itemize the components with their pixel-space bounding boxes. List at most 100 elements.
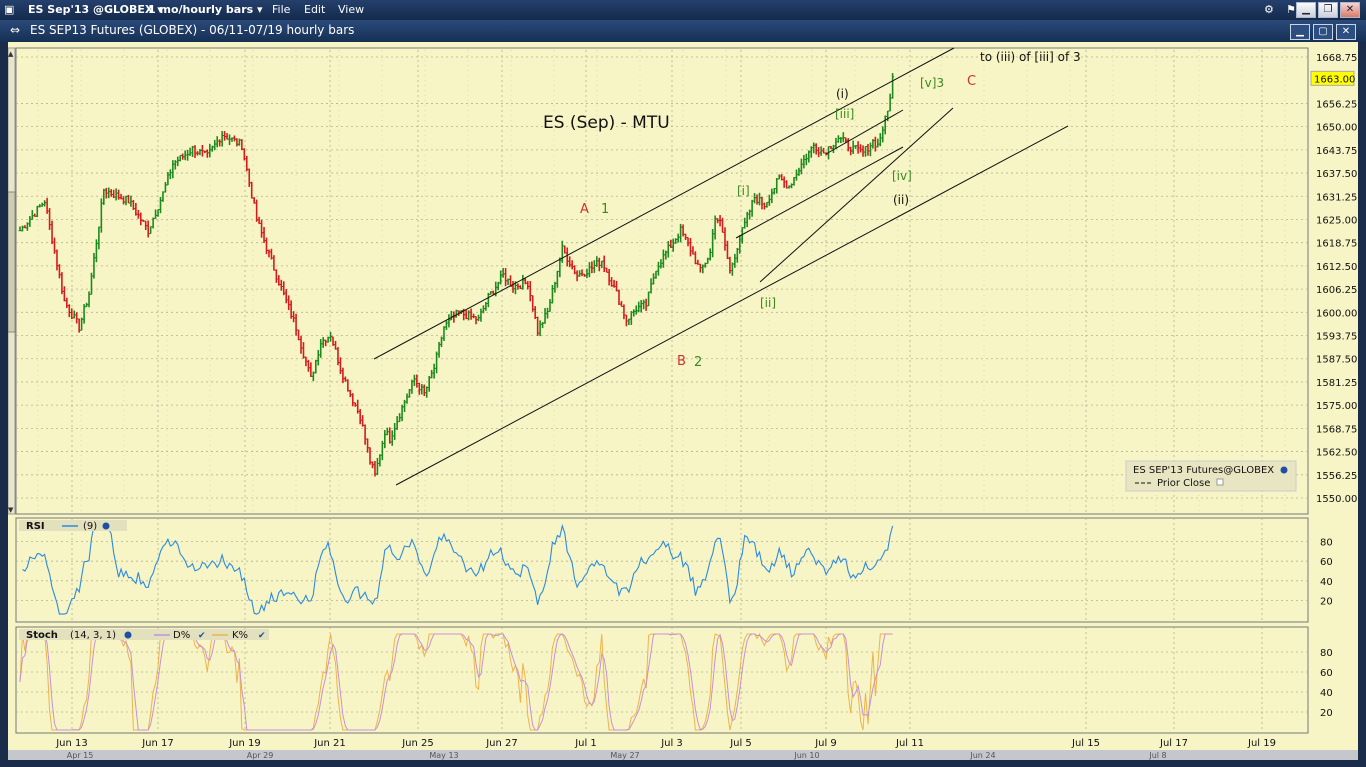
window-minimize-button[interactable]: ▁ <box>1290 24 1310 40</box>
secondary-tick-label: Jun 24 <box>969 751 995 760</box>
stoch-tick-label: 40 <box>1320 688 1333 699</box>
stoch-params: (14, 3, 1) <box>70 630 116 641</box>
secondary-tick-label: May 13 <box>429 751 458 760</box>
price-tick-label: 1581.25 <box>1316 378 1357 389</box>
x-tick-label: Jun 17 <box>141 738 174 749</box>
wave-target-note: to (iii) of [iii] of 3 <box>980 50 1081 64</box>
chart-window-titlebar[interactable]: ⇔ ES SEP13 Futures (GLOBEX) - 06/11-07/1… <box>0 20 1366 42</box>
wave-label-iii-sub: [iii] <box>835 107 854 121</box>
stoch-k-label: K% <box>232 630 248 641</box>
stoch-d-check-icon[interactable]: ✔ <box>198 631 206 641</box>
x-tick-label: Jul 3 <box>660 738 683 749</box>
rsi-tick-label: 20 <box>1320 596 1333 607</box>
x-tick-label: Jun 27 <box>485 738 518 749</box>
app-icon[interactable]: ▣ <box>4 3 14 16</box>
scroll-up-icon: ▲ <box>8 50 14 58</box>
x-tick-label: Jul 15 <box>1071 738 1100 749</box>
price-tick-label: 1650.00 <box>1316 123 1357 134</box>
price-tick-label: 1568.75 <box>1316 424 1357 435</box>
wave-label-ii-minute: (ii) <box>893 193 909 207</box>
last-price-label: 1663.00 <box>1314 74 1355 85</box>
rsi-tick-label: 40 <box>1320 577 1333 588</box>
menu-file[interactable]: File <box>272 3 290 16</box>
price-tick-label: 1631.25 <box>1316 192 1357 203</box>
menu-bar: ▣ ES Sep'13 @GLOBEX ▾ 1 mo/hourly bars ▾… <box>0 0 1366 20</box>
stoch-settings-icon[interactable] <box>124 631 132 639</box>
stoch-k-check-icon[interactable]: ✔ <box>258 631 266 641</box>
wave-label-b: B <box>677 354 686 369</box>
interval-selector[interactable]: 1 mo/hourly bars ▾ <box>148 3 263 16</box>
price-tick-label: 1625.00 <box>1316 215 1357 226</box>
app-restore-button[interactable]: ❐ <box>1318 2 1338 18</box>
app-minimize-button[interactable]: ▁ <box>1296 2 1316 18</box>
toolbar-tools-icon[interactable]: ⚙ <box>1264 3 1274 16</box>
stoch-pane-frame <box>15 626 1309 734</box>
rsi-tick-label: 60 <box>1320 557 1333 568</box>
toolbar-flag-icon[interactable]: ⚑ <box>1286 3 1296 16</box>
symbol-selector[interactable]: ES Sep'13 @GLOBEX ▾ <box>28 3 163 16</box>
legend-prior-close: Prior Close <box>1157 478 1210 489</box>
menu-view[interactable]: View <box>338 3 364 16</box>
instrument-legend[interactable]: ES SEP'13 Futures@GLOBEX Prior Close <box>1125 460 1297 492</box>
price-tick-label: 1656.25 <box>1316 99 1357 110</box>
rsi-settings-icon[interactable] <box>102 522 110 530</box>
rsi-header[interactable]: RSI (9) <box>19 520 127 532</box>
stoch-label: Stoch <box>26 630 58 641</box>
secondary-tick-label: Jun 10 <box>793 751 819 760</box>
chart-area[interactable]: 80 60 40 20 80 60 40 20 1668.75 1656.25 1650.00 1… <box>7 42 1358 760</box>
x-tick-label: Jul 1 <box>574 738 597 749</box>
scroll-down-icon: ▼ <box>8 506 14 514</box>
rsi-param: (9) <box>83 521 97 532</box>
rsi-pane-frame <box>15 517 1309 623</box>
price-tick-label: 1593.75 <box>1316 332 1357 343</box>
rsi-tick-label: 80 <box>1320 538 1333 549</box>
secondary-tick-label: May 27 <box>610 751 639 760</box>
secondary-tick-label: Jul 8 <box>1148 751 1166 760</box>
price-tick-label: 1562.50 <box>1316 448 1357 459</box>
window-close-button[interactable]: ✕ <box>1336 24 1356 40</box>
legend-prior-close-checkbox[interactable] <box>1216 478 1224 486</box>
price-tick-label: 1668.75 <box>1316 53 1357 64</box>
symbol-label: ES Sep'13 @GLOBEX <box>28 3 154 16</box>
legend-instrument: ES SEP'13 Futures@GLOBEX <box>1133 465 1274 476</box>
price-tick-label: 1637.50 <box>1316 169 1357 180</box>
wave-label-ii-sub: [ii] <box>760 296 776 310</box>
x-tick-label: Jun 25 <box>401 738 434 749</box>
x-tick-label: Jun 21 <box>313 738 346 749</box>
stoch-header[interactable]: Stoch (14, 3, 1) D% ✔ K% ✔ <box>19 629 269 641</box>
stoch-d-label: D% <box>173 630 190 641</box>
menu-edit[interactable]: Edit <box>304 3 325 16</box>
wave-label-2: 2 <box>694 355 702 370</box>
wave-label-1: 1 <box>601 202 609 217</box>
price-tick-label: 1618.75 <box>1316 239 1357 250</box>
stoch-tick-label: 20 <box>1320 708 1333 719</box>
rsi-label: RSI <box>26 521 45 532</box>
window-icon: ⇔ <box>10 23 21 37</box>
price-tick-label: 1550.00 <box>1316 494 1357 505</box>
wave-label-i-sub: [i] <box>737 184 750 198</box>
price-tick-label: 1556.25 <box>1316 471 1357 482</box>
x-tick-label: Jul 19 <box>1247 738 1276 749</box>
app-close-button[interactable]: ✕ <box>1340 2 1360 18</box>
chart-svg: 80 60 40 20 80 60 40 20 1668.75 1656.25 1650.00 1… <box>7 47 1358 760</box>
x-tick-label: Jul 5 <box>729 738 752 749</box>
stoch-tick-label: 60 <box>1320 668 1333 679</box>
chart-title: ES (Sep) - MTU <box>543 113 670 133</box>
x-tick-label: Jun 19 <box>228 738 261 749</box>
x-tick-label: Jul 17 <box>1159 738 1188 749</box>
price-tick-label: 1606.25 <box>1316 285 1357 296</box>
price-tick-label: 1575.00 <box>1316 401 1357 412</box>
price-tick-label: 1587.50 <box>1316 355 1357 366</box>
price-tick-label: 1600.00 <box>1316 308 1357 319</box>
wave-label-c: C <box>967 74 976 89</box>
scrollbar-thumb <box>7 191 16 333</box>
price-tick-label: 1643.75 <box>1316 146 1357 157</box>
window-maximize-button[interactable]: ▢ <box>1313 24 1333 40</box>
wave-label-i-minute: (i) <box>836 87 849 101</box>
x-tick-label: Jul 11 <box>895 738 924 749</box>
interval-label: 1 mo/hourly bars <box>148 3 254 16</box>
legend-settings-icon[interactable] <box>1280 466 1288 474</box>
wave-label-v3: [v]3 <box>920 76 944 90</box>
secondary-tick-label: Apr 29 <box>247 751 274 760</box>
secondary-tick-label: Apr 15 <box>67 751 94 760</box>
